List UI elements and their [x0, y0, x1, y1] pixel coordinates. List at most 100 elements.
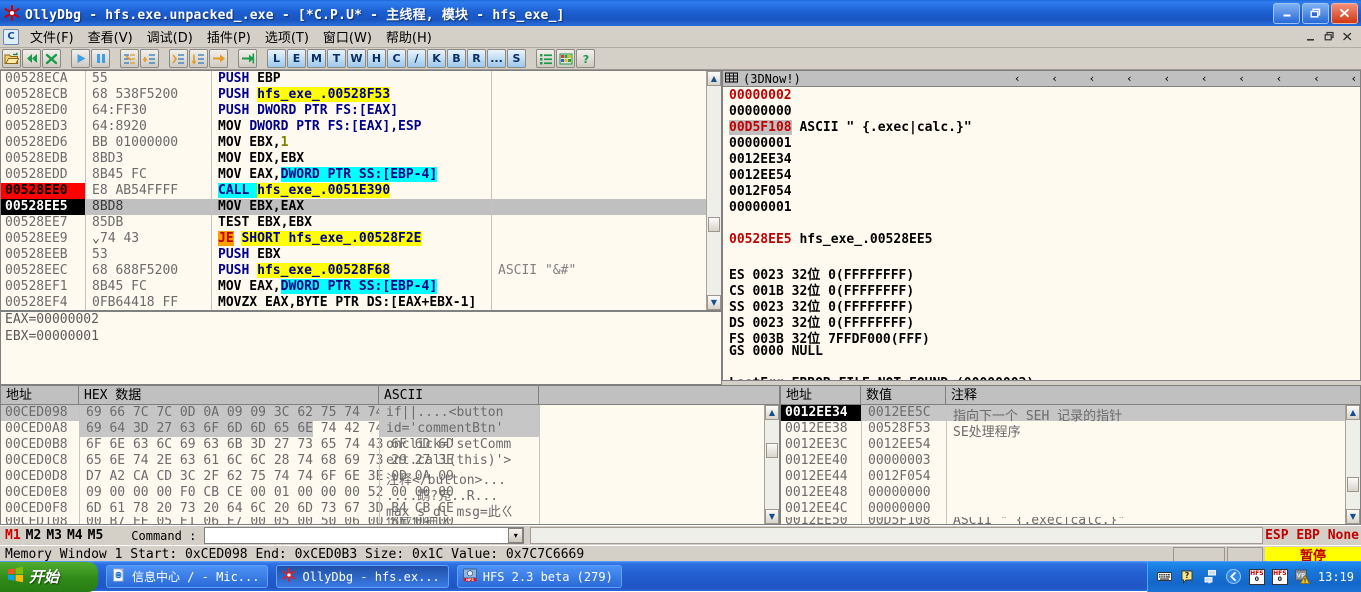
stack-comment[interactable]: SE处理程序: [946, 421, 1345, 437]
scroll-down-icon[interactable]: ▼: [1346, 509, 1360, 524]
dump-row[interactable]: 00CED0C8 65 6E 74 2E 63 61 6C 6C 28 74 6…: [1, 453, 764, 469]
dump-address[interactable]: 00CED0A8: [1, 421, 79, 437]
dump-row[interactable]: 00CED0F8 6D 61 78 20 73 20 64 6C 20 6D 7…: [1, 501, 764, 517]
register-value[interactable]: 0012EE54: [729, 168, 792, 183]
disassembly-row[interactable]: 00528ECB 68 538F5200 PUSH hfs_exe_.00528…: [1, 87, 706, 103]
dump-address[interactable]: 00CED0B8: [1, 437, 79, 453]
stack-comment[interactable]: [946, 501, 1345, 517]
dump-row[interactable]: 00CED0E8 09 00 00 00 F0 CB CE 00 01 00 0…: [1, 485, 764, 501]
register-row[interactable]: 00000001: [723, 200, 1360, 216]
toolbar-sourcelist-button[interactable]: S: [507, 49, 526, 68]
disassembly-mnemonic[interactable]: PUSH hfs_exe_.00528F68: [211, 263, 491, 279]
disassembly-address[interactable]: 00528EE7: [1, 215, 85, 231]
dump-hex[interactable]: 65 6E 74 2E 63 61 6C 6C 28 74 68 69 73 2…: [79, 453, 379, 469]
command-extra-field[interactable]: [530, 527, 1263, 544]
chevron-left-icon[interactable]: ‹: [1277, 72, 1281, 85]
dump-ascii[interactable]: id='commentBtn': [379, 421, 539, 437]
stack-comment[interactable]: [946, 469, 1345, 485]
close-program-icon[interactable]: [42, 49, 61, 68]
disassembly-row[interactable]: 00528ED0 64:FF30 PUSH DWORD PTR FS:[EAX]: [1, 103, 706, 119]
toolbar-memory-button[interactable]: M: [307, 49, 326, 68]
disassembly-row[interactable]: 00528ED6 BB 01000000 MOV EBX,1: [1, 135, 706, 151]
dump-row-partial[interactable]: 00CED108 00 B7 EE 05 E1 06 E7 00 05 00 5…: [1, 517, 764, 524]
disassembly-address[interactable]: 00528ED0: [1, 103, 85, 119]
chevron-left-icon[interactable]: ‹: [1202, 72, 1206, 85]
disassembly-mnemonic[interactable]: TEST EBX,EBX: [211, 215, 491, 231]
segment-register-row[interactable]: DS 0023 32位 0(FFFFFFFF): [723, 312, 1360, 328]
chevron-left-icon[interactable]: ‹: [1052, 72, 1056, 85]
dump-ascii[interactable]: 仫载仙抽Ⅰ?: [379, 517, 539, 524]
disassembly-hex[interactable]: 0FB64418 FF: [85, 295, 211, 310]
stack-column-headers[interactable]: 地址 数值 注释: [781, 386, 1360, 405]
minimize-button[interactable]: [1273, 3, 1300, 24]
disassembly-hex[interactable]: 64:8920: [85, 119, 211, 135]
segment-register-row[interactable]: GS 0000 NULL: [723, 344, 1360, 360]
disassembly-scrollbar[interactable]: ▲ ▼: [706, 71, 721, 310]
dump-row[interactable]: 00CED0D8 D7 A2 CA CD 3C 2F 62 75 74 74 6…: [1, 469, 764, 485]
disassembly-hex[interactable]: E8 AB54FFFF: [85, 183, 211, 199]
register-value[interactable]: 00000000: [729, 104, 792, 119]
segment-register-row[interactable]: CS 001B 32位 0(FFFFFFFF): [723, 280, 1360, 296]
disassembly-row[interactable]: 00528EEC 68 688F5200 PUSH hfs_exe_.00528…: [1, 263, 706, 279]
stack-address[interactable]: 0012EE3C: [781, 437, 861, 453]
dump-column-headers[interactable]: 地址 HEX 数据 ASCII: [1, 386, 779, 405]
trace-into-icon[interactable]: [169, 49, 188, 68]
disassembly-comment[interactable]: [491, 71, 706, 87]
dump-row[interactable]: 00CED0A8 69 64 3D 27 63 6F 6D 6D 65 6E 7…: [1, 421, 764, 437]
dump-hex[interactable]: 69 66 7C 7C 0D 0A 09 09 3C 62 75 74 74 6…: [79, 405, 379, 421]
stack-row[interactable]: 0012EE38 00528F53 SE处理程序: [781, 421, 1345, 437]
memory-slot-m5[interactable]: M5: [88, 528, 104, 543]
disassembly-row[interactable]: 00528ED3 64:8920 MOV DWORD PTR FS:[EAX],…: [1, 119, 706, 135]
disassembly-row[interactable]: 00528EF4 0FB64418 FF MOVZX EAX,BYTE PTR …: [1, 295, 706, 310]
stack-value[interactable]: 00528F53: [861, 421, 946, 437]
register-row[interactable]: 00000000: [723, 104, 1360, 120]
disassembly-mnemonic[interactable]: MOV EDX,EBX: [211, 151, 491, 167]
scroll-down-icon[interactable]: ▼: [765, 509, 779, 524]
menu-window[interactable]: 窗口(W): [316, 25, 379, 48]
stack-value[interactable]: 00000000: [861, 485, 946, 501]
stack-row[interactable]: 0012EE3C 0012EE54: [781, 437, 1345, 453]
register-value[interactable]: 00000001: [729, 200, 792, 215]
stack-value[interactable]: 0012F054: [861, 469, 946, 485]
stack-value[interactable]: 00D5F108: [861, 517, 946, 524]
taskbar-item-infocenter[interactable]: 信息中心 / - Mic...: [106, 565, 268, 588]
disassembly-hex[interactable]: 68 538F5200: [85, 87, 211, 103]
dump-address[interactable]: 00CED098: [1, 405, 79, 421]
disassembly-comment[interactable]: [491, 199, 706, 215]
toolbar-threads-button[interactable]: T: [327, 49, 346, 68]
run-to-cursor-icon[interactable]: [238, 49, 257, 68]
disassembly-hex[interactable]: ⌄74 43: [85, 231, 211, 247]
disassembly-row[interactable]: 00528EE0 E8 AB54FFFF CALL hfs_exe_.0051E…: [1, 183, 706, 199]
chevron-left-icon[interactable]: ‹: [1090, 72, 1094, 85]
registers-rows[interactable]: 00000002 00000000 00D5F108 ASCII " {.exe…: [723, 87, 1360, 381]
disassembly-address[interactable]: 00528ECA: [1, 71, 85, 87]
stack-row-partial[interactable]: 0012EE50 00D5F108 ASCII " {.exec|calc.}": [781, 517, 1345, 524]
disassembly-comment[interactable]: [491, 119, 706, 135]
start-button[interactable]: 开始: [0, 562, 98, 592]
mdi-restore-button[interactable]: [1322, 30, 1337, 44]
chevron-left-icon[interactable]: ‹: [1127, 72, 1131, 85]
disassembly-rows[interactable]: 00528ECA 55 PUSH EBP 00528ECB 68 538F520…: [1, 71, 706, 310]
disassembly-address[interactable]: 00528EE0: [1, 183, 85, 199]
toolbar-executables-button[interactable]: E: [287, 49, 306, 68]
disassembly-comment[interactable]: [491, 87, 706, 103]
hfs-tray-icon[interactable]: HFS0: [1249, 569, 1265, 585]
stack-pane[interactable]: 地址 数值 注释 0012EE34 0012EE5C 指向下一个 SEH 记录的…: [780, 385, 1361, 525]
restart-program-icon[interactable]: [22, 49, 41, 68]
disassembly-mnemonic[interactable]: MOVZX EAX,BYTE PTR DS:[EAX+EBX-1]: [211, 295, 491, 310]
close-button[interactable]: [1331, 3, 1358, 24]
memory-dump-pane[interactable]: 地址 HEX 数据 ASCII 00CED098 69 66 7C 7C 0D …: [0, 385, 780, 525]
dump-hex[interactable]: 69 64 3D 27 63 6F 6D 6D 65 6E 74 42 74 6…: [79, 421, 379, 437]
chevron-left-icon[interactable]: ‹: [1314, 72, 1318, 85]
dump-row[interactable]: 00CED0B8 6F 6E 63 6C 69 63 6B 3D 27 73 6…: [1, 437, 764, 453]
toolbar-handles-button[interactable]: H: [367, 49, 386, 68]
disassembly-address[interactable]: 00528ECB: [1, 87, 85, 103]
dump-hex[interactable]: D7 A2 CA CD 3C 2F 62 75 74 74 6F 6E 3E 0…: [79, 469, 379, 485]
memory-slot-m4[interactable]: M4: [67, 528, 83, 543]
stack-comment[interactable]: 指向下一个 SEH 记录的指针: [946, 405, 1345, 421]
disassembly-mnemonic[interactable]: PUSH EBP: [211, 71, 491, 87]
help-icon[interactable]: ?: [576, 49, 595, 68]
stack-value[interactable]: 0012EE54: [861, 437, 946, 453]
disassembly-comment[interactable]: [491, 215, 706, 231]
register-row[interactable]: 00D5F108 ASCII " {.exec|calc.}": [723, 120, 1360, 136]
